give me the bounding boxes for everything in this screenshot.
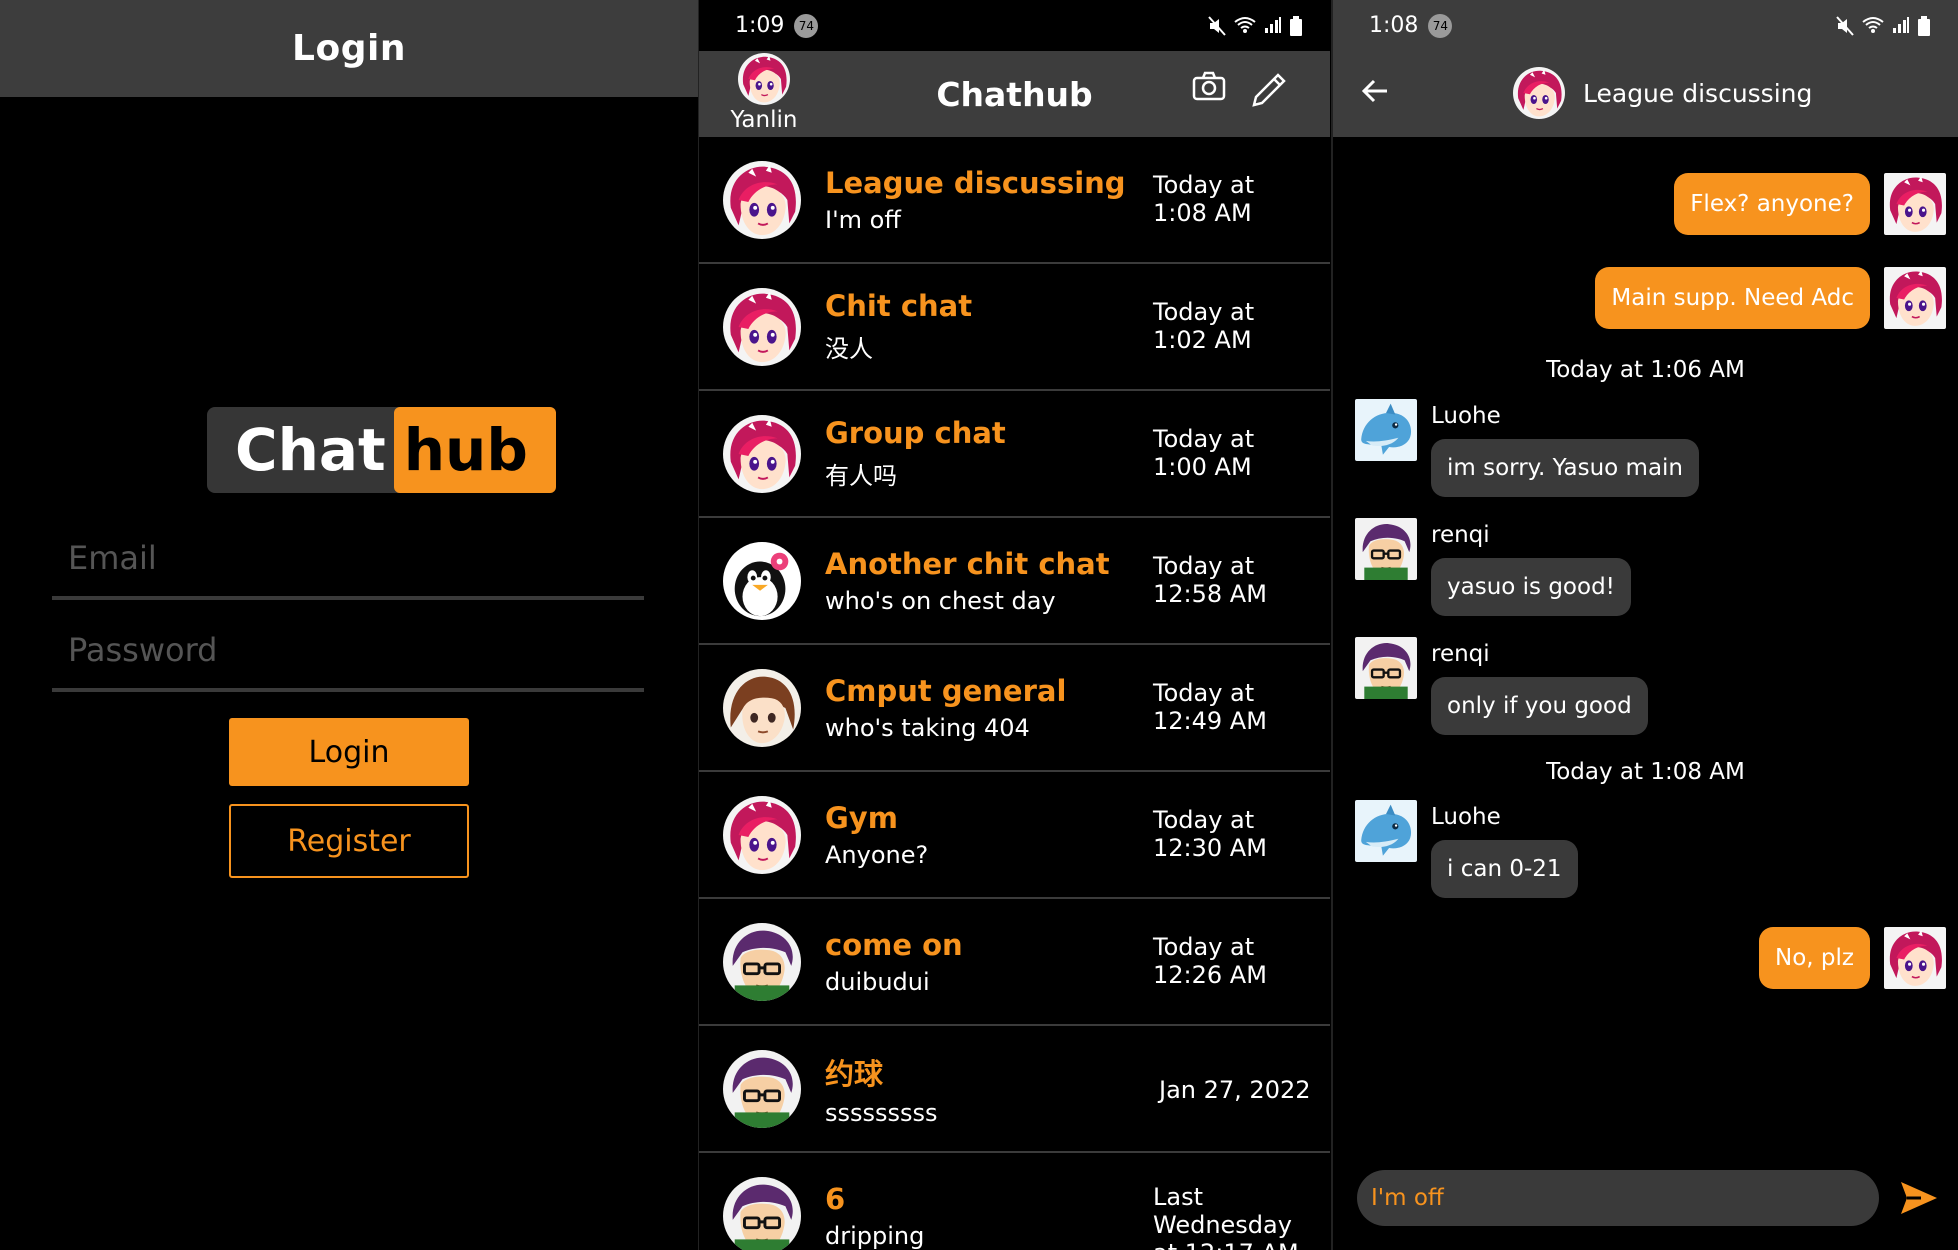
chathub-logo: Chat hub bbox=[207, 407, 556, 493]
incoming-message: renqi only if you good bbox=[1355, 637, 1648, 735]
mute-icon bbox=[1836, 15, 1854, 36]
password-field-wrapper bbox=[52, 612, 644, 692]
chat-avatar bbox=[723, 669, 801, 747]
chat-time: Today at 12:49 AM bbox=[1153, 679, 1267, 735]
sender-avatar bbox=[1355, 637, 1417, 699]
mute-icon bbox=[1208, 15, 1226, 36]
chat-row[interactable]: Another chit chat who's on chest day Toda… bbox=[699, 518, 1330, 645]
status-icons bbox=[1836, 15, 1930, 36]
back-arrow-icon[interactable] bbox=[1359, 75, 1391, 107]
chat-row[interactable]: League discussing I'm off Today at 1:08 A… bbox=[699, 137, 1330, 264]
chat-avatar bbox=[723, 923, 801, 1001]
chat-row[interactable]: 约球 sssssssss Jan 27, 2022 bbox=[699, 1026, 1330, 1153]
conversation-title: League discussing bbox=[1583, 78, 1813, 108]
sender-name: Luohe bbox=[1431, 403, 1501, 429]
chat-avatar bbox=[723, 1177, 801, 1250]
group-avatar bbox=[1513, 67, 1565, 119]
status-bar: 1:08 74 bbox=[1333, 0, 1958, 51]
logo-text-right: hub bbox=[393, 407, 556, 493]
email-field[interactable] bbox=[52, 520, 644, 596]
chat-list: League discussing I'm off Today at 1:08 A… bbox=[699, 137, 1330, 1250]
date-separator: Today at 1:08 AM bbox=[1546, 759, 1745, 785]
chat-row[interactable]: Group chat 有人吗 Today at 1:00 AM bbox=[699, 391, 1330, 518]
chat-time: Today at 12:58 AM bbox=[1153, 552, 1267, 608]
outgoing-message: Flex? anyone? bbox=[1674, 173, 1946, 235]
signal-icon bbox=[1893, 16, 1909, 33]
login-app-bar: Login bbox=[0, 0, 698, 97]
status-icons bbox=[1208, 15, 1302, 36]
chat-avatar bbox=[723, 161, 801, 239]
email-field-wrapper bbox=[52, 520, 644, 600]
login-title: Login bbox=[292, 28, 406, 69]
my-avatar bbox=[1884, 173, 1946, 235]
status-time: 1:09 bbox=[735, 13, 785, 38]
chat-time: Today at 1:02 AM bbox=[1153, 298, 1255, 354]
sender-name: renqi bbox=[1431, 641, 1490, 667]
date-separator: Today at 1:06 AM bbox=[1546, 357, 1745, 383]
chat-time: Today at 12:30 AM bbox=[1153, 806, 1267, 862]
wifi-icon bbox=[1234, 16, 1256, 33]
password-field[interactable] bbox=[52, 612, 644, 688]
login-button[interactable]: Login bbox=[229, 718, 469, 786]
chat-avatar bbox=[723, 288, 801, 366]
battery-icon bbox=[1290, 15, 1302, 36]
sender-name: renqi bbox=[1431, 522, 1490, 548]
incoming-bubble: yasuo is good! bbox=[1431, 558, 1631, 616]
chat-row[interactable]: Chit chat 没人 Today at 1:02 AM bbox=[699, 264, 1330, 391]
chat-row[interactable]: Cmput general who's taking 404 Today at 1… bbox=[699, 645, 1330, 772]
chat-time: Last Wednesday at 12:17 AM bbox=[1153, 1183, 1299, 1250]
chat-row[interactable]: 6dripping Last Wednesday at 12:17 AM bbox=[699, 1153, 1330, 1250]
notification-badge: 74 bbox=[794, 13, 819, 38]
chat-avatar bbox=[723, 1050, 801, 1128]
conversation-screen: 1:08 74 League discussing Flex? anyone? bbox=[1331, 0, 1958, 1250]
my-avatar bbox=[1884, 267, 1946, 329]
chat-avatar bbox=[723, 542, 801, 620]
user-avatar bbox=[738, 53, 790, 105]
incoming-message: Luohe im sorry. Yasuo main bbox=[1355, 399, 1700, 497]
sender-avatar bbox=[1355, 800, 1417, 862]
notification-badge: 74 bbox=[1428, 13, 1453, 38]
outgoing-message: No, plz bbox=[1759, 927, 1946, 989]
chat-avatar bbox=[723, 415, 801, 493]
outgoing-message: Main supp. Need Adc bbox=[1595, 267, 1946, 329]
sender-avatar bbox=[1355, 518, 1417, 580]
battery-icon bbox=[1918, 15, 1930, 36]
chat-row[interactable]: come on duibudui Today at 12:26 AM bbox=[699, 899, 1330, 1026]
outgoing-bubble: No, plz bbox=[1759, 927, 1870, 989]
chat-time: Today at 1:08 AM bbox=[1153, 171, 1255, 227]
send-icon[interactable] bbox=[1899, 1180, 1939, 1216]
incoming-message: renqi yasuo is good! bbox=[1355, 518, 1631, 616]
outgoing-bubble: Main supp. Need Adc bbox=[1595, 267, 1870, 329]
camera-icon[interactable] bbox=[1192, 71, 1226, 101]
incoming-bubble: im sorry. Yasuo main bbox=[1431, 439, 1700, 497]
status-time: 1:08 bbox=[1369, 13, 1419, 38]
chat-time: Jan 27, 2022 bbox=[1159, 1076, 1311, 1104]
chathub-app-bar: Chathub Yanlin bbox=[699, 51, 1330, 137]
logo-text-left: Chat bbox=[235, 416, 386, 484]
my-avatar bbox=[1884, 927, 1946, 989]
message-input[interactable] bbox=[1371, 1185, 1879, 1211]
chat-avatar bbox=[723, 796, 801, 874]
conversation-app-bar: League discussing bbox=[1333, 51, 1958, 137]
wifi-icon bbox=[1862, 16, 1884, 33]
status-bar: 1:09 74 bbox=[699, 0, 1330, 51]
message-composer bbox=[1357, 1170, 1879, 1226]
register-button[interactable]: Register bbox=[229, 804, 469, 878]
incoming-bubble: only if you good bbox=[1431, 677, 1648, 735]
chat-row[interactable]: Gym Anyone? Today at 12:30 AM bbox=[699, 772, 1330, 899]
login-screen: Login Chat hub Login Register bbox=[0, 0, 698, 1250]
sender-name: Luohe bbox=[1431, 804, 1501, 830]
sender-avatar bbox=[1355, 399, 1417, 461]
chat-time: Today at 1:00 AM bbox=[1153, 425, 1255, 481]
username-label: Yanlin bbox=[730, 107, 798, 133]
signal-icon bbox=[1265, 16, 1281, 33]
message-list: Flex? anyone? Main supp. Need Adc Today … bbox=[1333, 137, 1958, 1250]
chat-time: Today at 12:26 AM bbox=[1153, 933, 1267, 989]
compose-icon[interactable] bbox=[1250, 71, 1288, 109]
incoming-message: Luohe i can 0-21 bbox=[1355, 800, 1578, 898]
profile-button[interactable]: Yanlin bbox=[729, 53, 799, 133]
outgoing-bubble: Flex? anyone? bbox=[1674, 173, 1870, 235]
incoming-bubble: i can 0-21 bbox=[1431, 840, 1578, 898]
chat-list-screen: 1:09 74 Chathub Yanlin League discussing… bbox=[698, 0, 1330, 1250]
